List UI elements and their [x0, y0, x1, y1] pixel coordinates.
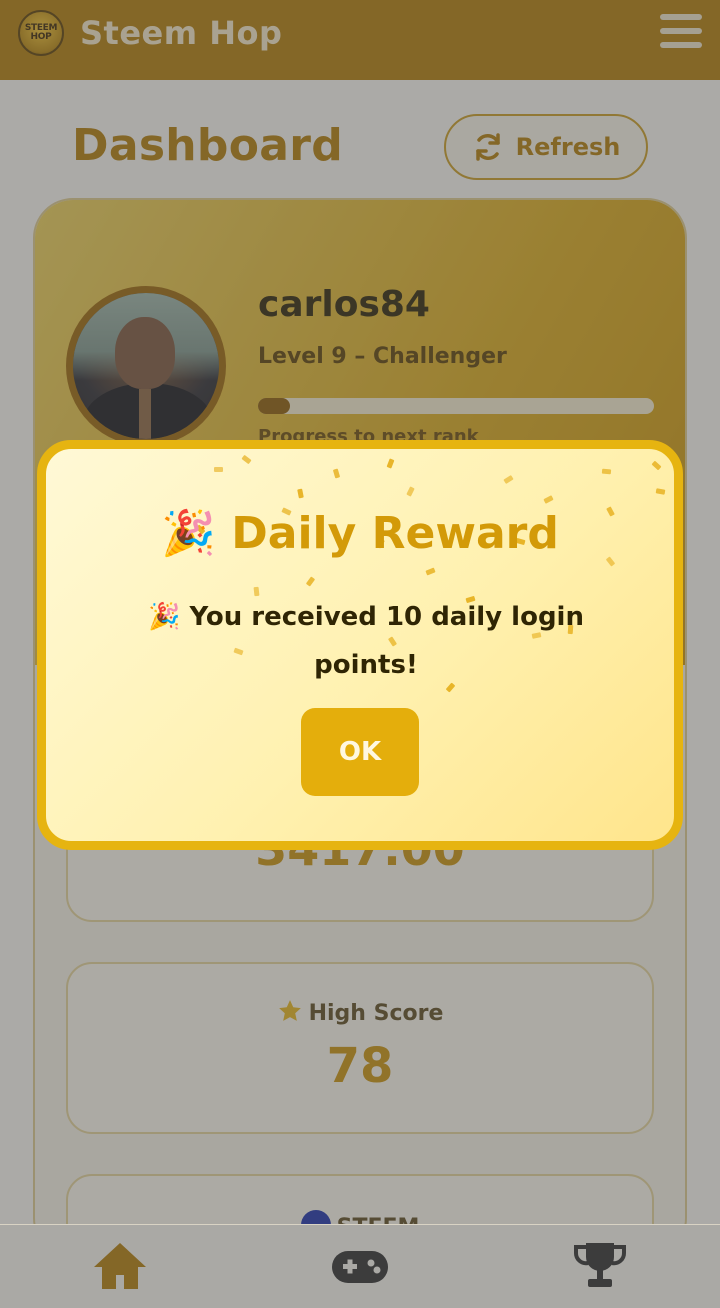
confetti-piece — [503, 474, 514, 485]
daily-reward-modal: 🎉 Daily Reward 🎉 You received 10 daily l… — [37, 440, 683, 850]
confetti-piece — [332, 468, 341, 479]
confetti-piece — [241, 454, 252, 465]
party-popper-icon: 🎉 — [148, 602, 181, 632]
modal-message-row: 🎉 You received 10 daily login points! — [116, 593, 616, 689]
party-popper-icon: 🎉 — [161, 508, 216, 559]
modal-message: You received 10 daily login points! — [189, 602, 584, 680]
confetti-piece — [297, 488, 304, 499]
confetti-piece — [425, 567, 436, 576]
modal-title: Daily Reward — [231, 508, 559, 559]
confetti-piece — [214, 467, 223, 472]
modal-title-row: 🎉 Daily Reward — [46, 507, 674, 559]
confetti-piece — [651, 460, 662, 471]
confetti-piece — [601, 468, 612, 475]
confetti-piece — [386, 458, 395, 469]
bottom-nav — [0, 1224, 720, 1308]
confetti-piece — [676, 517, 681, 526]
confetti-piece — [406, 486, 415, 497]
ok-button[interactable]: OK — [301, 708, 419, 796]
confetti-piece — [543, 495, 554, 504]
bottom-nav-dim — [0, 1225, 720, 1308]
confetti-piece — [305, 576, 316, 587]
confetti-piece — [655, 488, 666, 495]
